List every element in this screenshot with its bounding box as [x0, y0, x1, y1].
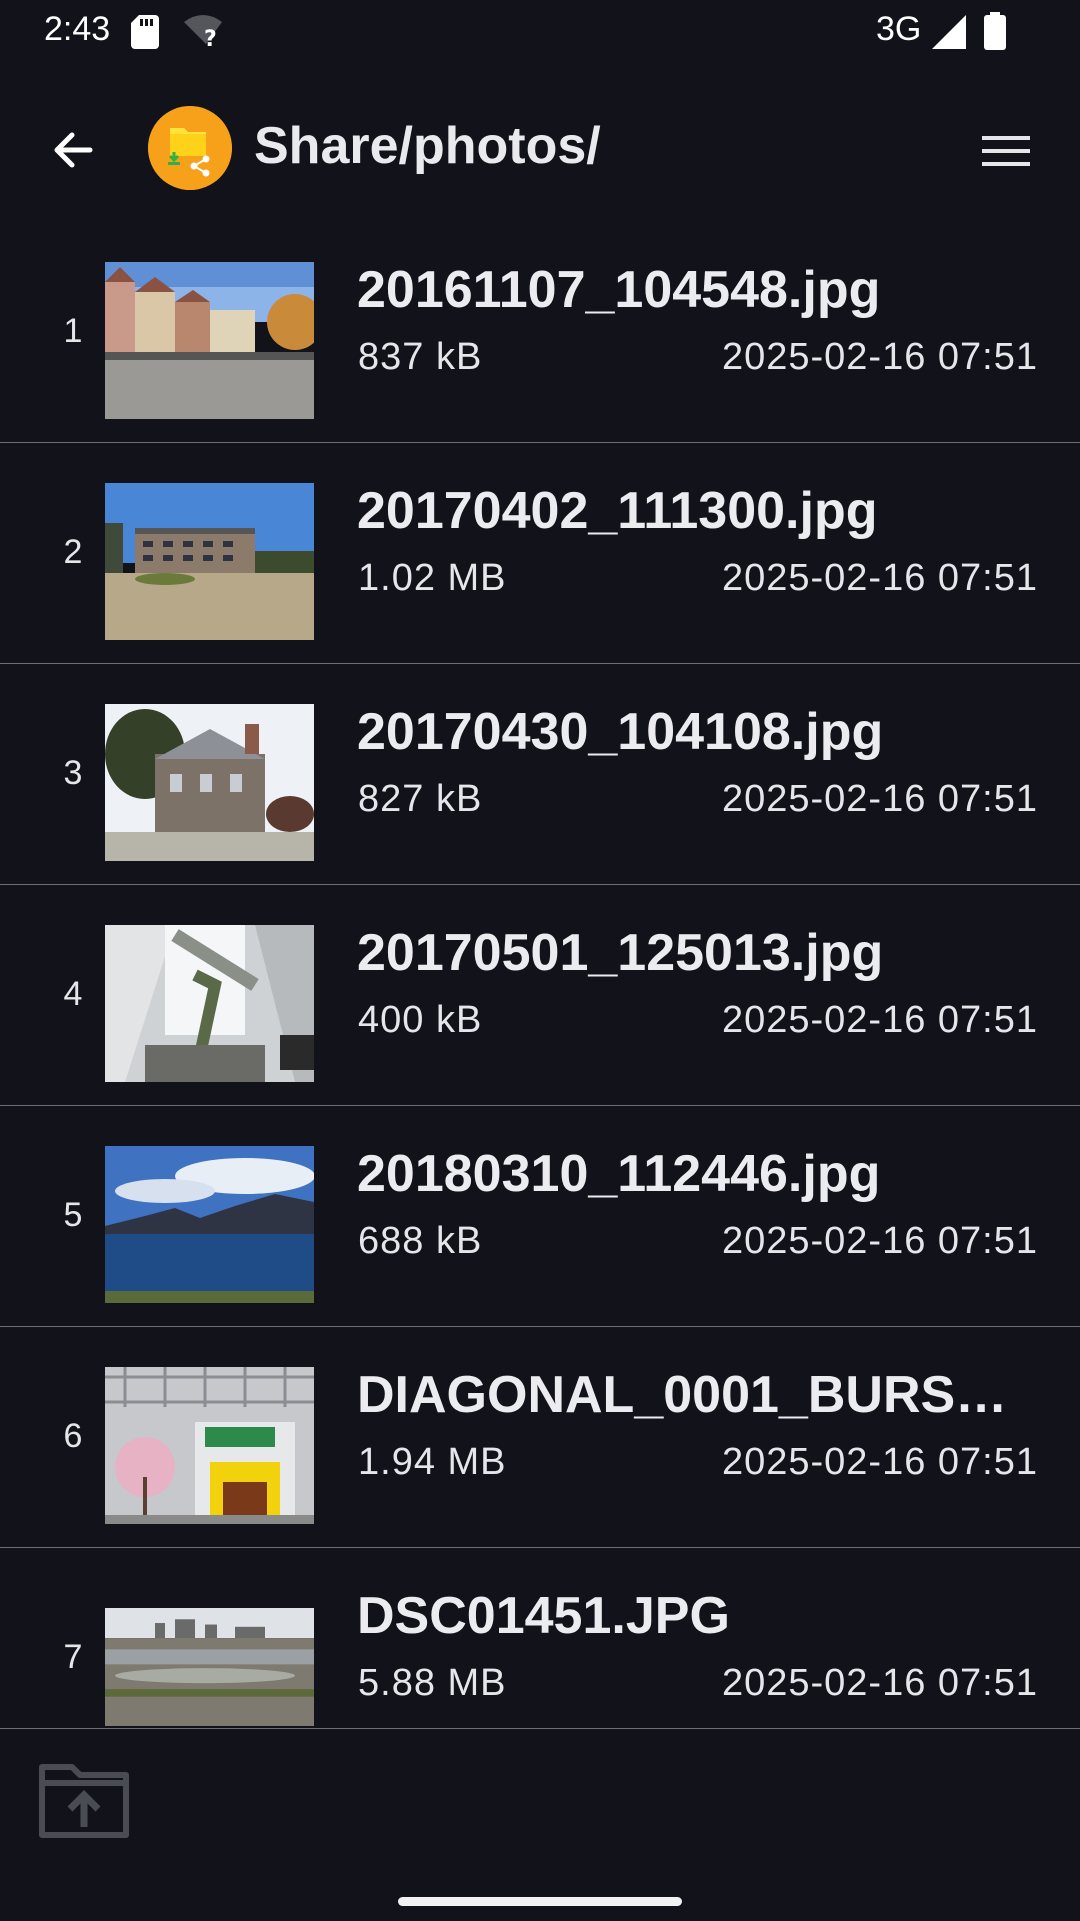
- file-size: 1.94 MB: [358, 1441, 507, 1483]
- file-name: 20170402_111300.jpg: [357, 482, 878, 540]
- list-item[interactable]: 3 20170430_104108.jpg 827 kB 2025-02-16 …: [0, 664, 1080, 885]
- photo-thumbnail: [105, 1146, 314, 1303]
- file-name: 20170501_125013.jpg: [357, 924, 884, 982]
- file-date: 2025-02-16 07:51: [721, 1662, 1038, 1704]
- file-size: 837 kB: [358, 336, 483, 378]
- photo-thumbnail: [105, 704, 314, 861]
- row-index: 4: [63, 975, 83, 1013]
- file-name: DSC01451.JPG: [357, 1587, 730, 1645]
- folder-upload-icon[interactable]: [38, 1761, 130, 1839]
- file-name: DIAGONAL_0001_BURS…: [357, 1366, 1008, 1424]
- arrow-back-icon[interactable]: [44, 120, 104, 180]
- photo-thumbnail: [105, 1608, 314, 1726]
- photo-thumbnail: [105, 262, 314, 419]
- file-date: 2025-02-16 07:51: [721, 778, 1038, 820]
- status-time: 2:43: [44, 10, 111, 48]
- home-indicator[interactable]: [398, 1897, 682, 1906]
- file-size: 827 kB: [358, 778, 483, 820]
- row-index: 6: [63, 1417, 83, 1455]
- svg-text:?: ?: [204, 27, 217, 48]
- row-index: 2: [63, 533, 83, 571]
- file-date: 2025-02-16 07:51: [721, 336, 1038, 378]
- list-item[interactable]: 2 20170402_111300.jpg 1.02 MB 2025-02-16…: [0, 443, 1080, 664]
- page-title: Share/photos/: [254, 117, 601, 175]
- row-index: 1: [63, 312, 83, 350]
- photo-thumbnail: [105, 925, 314, 1082]
- photo-thumbnail: [105, 1367, 314, 1524]
- file-name: 20170430_104108.jpg: [357, 703, 884, 761]
- row-index: 3: [63, 754, 83, 792]
- wifi-unknown-icon: ?: [184, 15, 222, 48]
- file-list: 1 20161107_104548.jpg 837 kB 2025-02-16 …: [0, 222, 1080, 1728]
- file-date: 2025-02-16 07:51: [721, 1220, 1038, 1262]
- list-item[interactable]: 5 20180310_112446.jpg 688 kB 2025-02-16 …: [0, 1106, 1080, 1327]
- list-item[interactable]: 6 DIAGONAL_0001_BURS… 1.94 MB 2025-02-16…: [0, 1327, 1080, 1548]
- shared-folder-icon: [148, 106, 232, 190]
- top-app-bar: Share/photos/: [0, 96, 1080, 200]
- photo-thumbnail: [105, 483, 314, 640]
- battery-icon: [984, 12, 1006, 50]
- list-item[interactable]: 1 20161107_104548.jpg 837 kB 2025-02-16 …: [0, 222, 1080, 443]
- bottom-bar: [0, 1728, 1080, 1921]
- hamburger-menu-icon[interactable]: [978, 124, 1034, 180]
- file-size: 5.88 MB: [358, 1662, 507, 1704]
- list-item[interactable]: 4 20170501_125013.jpg 400 kB 2025-02-16 …: [0, 885, 1080, 1106]
- file-date: 2025-02-16 07:51: [721, 1441, 1038, 1483]
- file-size: 688 kB: [358, 1220, 483, 1262]
- file-name: 20180310_112446.jpg: [357, 1145, 881, 1203]
- file-date: 2025-02-16 07:51: [721, 557, 1038, 599]
- file-name: 20161107_104548.jpg: [357, 261, 881, 319]
- signal-icon: [932, 15, 966, 49]
- row-index: 7: [63, 1638, 83, 1676]
- file-size: 400 kB: [358, 999, 483, 1041]
- row-index: 5: [63, 1196, 83, 1234]
- file-date: 2025-02-16 07:51: [721, 999, 1038, 1041]
- sd-card-icon: [131, 15, 159, 49]
- file-size: 1.02 MB: [358, 557, 507, 599]
- status-bar: 2:43 ? 3G: [0, 0, 1080, 64]
- list-item[interactable]: 7 DSC01451.JPG 5.88 MB 2025-02-16 07:51: [0, 1548, 1080, 1728]
- network-type: 3G: [876, 10, 922, 48]
